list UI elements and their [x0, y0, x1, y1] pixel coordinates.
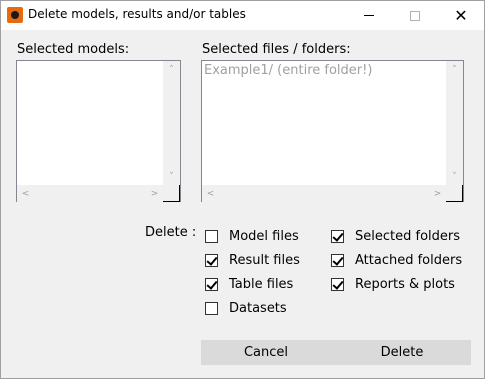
window-title: Delete models, results and/or tables [28, 7, 246, 21]
delete-label: Delete : [145, 225, 197, 240]
selected-folders-checkbox[interactable] [331, 229, 344, 243]
cancel-button[interactable]: Cancel [201, 340, 331, 365]
selected-models-label: Selected models: [17, 42, 130, 57]
app-icon [7, 7, 23, 23]
table-files-label: Table files [229, 276, 294, 292]
models-horizontal-scrollbar[interactable]: < > [17, 185, 163, 202]
reports-plots-option[interactable]: Reports & plots [331, 276, 455, 292]
title-bar[interactable]: Delete models, results and/or tables ✕ [1, 1, 484, 30]
maximize-button[interactable] [392, 1, 438, 30]
models-vertical-scrollbar[interactable]: ˄ ˅ [163, 61, 180, 185]
button-bar: Cancel Delete [201, 340, 471, 365]
minimize-button[interactable] [346, 1, 392, 30]
datasets-option[interactable]: Datasets [205, 300, 287, 316]
model-files-checkbox[interactable] [205, 229, 218, 243]
close-button[interactable]: ✕ [438, 1, 484, 30]
resize-grip[interactable] [163, 185, 180, 202]
attached-folders-option[interactable]: Attached folders [331, 252, 462, 268]
selected-files-label: Selected files / folders: [202, 42, 351, 57]
scroll-up-icon[interactable]: ˄ [446, 61, 463, 78]
attached-folders-checkbox[interactable] [331, 253, 344, 267]
result-files-option[interactable]: Result files [205, 252, 300, 268]
attached-folders-label: Attached folders [355, 252, 463, 268]
scroll-right-icon[interactable]: > [146, 185, 163, 202]
close-icon: ✕ [454, 5, 468, 25]
result-files-label: Result files [229, 252, 300, 268]
scroll-down-icon[interactable]: ˅ [163, 168, 180, 185]
files-listbox[interactable]: Example1/ (entire folder!) ˄ ˅ < > [201, 60, 464, 202]
dialog-window: Delete models, results and/or tables ✕ S… [0, 0, 485, 379]
scroll-down-icon[interactable]: ˅ [446, 168, 463, 185]
resize-grip[interactable] [446, 185, 463, 202]
scroll-up-icon[interactable]: ˄ [163, 61, 180, 78]
table-files-option[interactable]: Table files [205, 276, 293, 292]
delete-button[interactable]: Delete [333, 340, 471, 365]
scroll-left-icon[interactable]: < [202, 185, 219, 202]
datasets-label: Datasets [229, 300, 287, 316]
files-horizontal-scrollbar[interactable]: < > [202, 185, 446, 202]
table-files-checkbox[interactable] [205, 277, 218, 291]
result-files-checkbox[interactable] [205, 253, 218, 267]
models-listbox[interactable]: ˄ ˅ < > [16, 60, 181, 202]
files-vertical-scrollbar[interactable]: ˄ ˅ [446, 61, 463, 185]
reports-plots-checkbox[interactable] [331, 277, 344, 291]
selected-folders-option[interactable]: Selected folders [331, 228, 460, 244]
reports-plots-label: Reports & plots [355, 276, 455, 292]
selected-folders-label: Selected folders [355, 228, 460, 244]
model-files-option[interactable]: Model files [205, 228, 299, 244]
datasets-checkbox[interactable] [205, 301, 218, 315]
minimize-icon [364, 15, 374, 16]
scroll-right-icon[interactable]: > [429, 185, 446, 202]
maximize-icon [410, 10, 420, 21]
model-files-label: Model files [229, 228, 299, 244]
list-item[interactable]: Example1/ (entire folder!) [204, 63, 372, 78]
scroll-left-icon[interactable]: < [17, 185, 34, 202]
